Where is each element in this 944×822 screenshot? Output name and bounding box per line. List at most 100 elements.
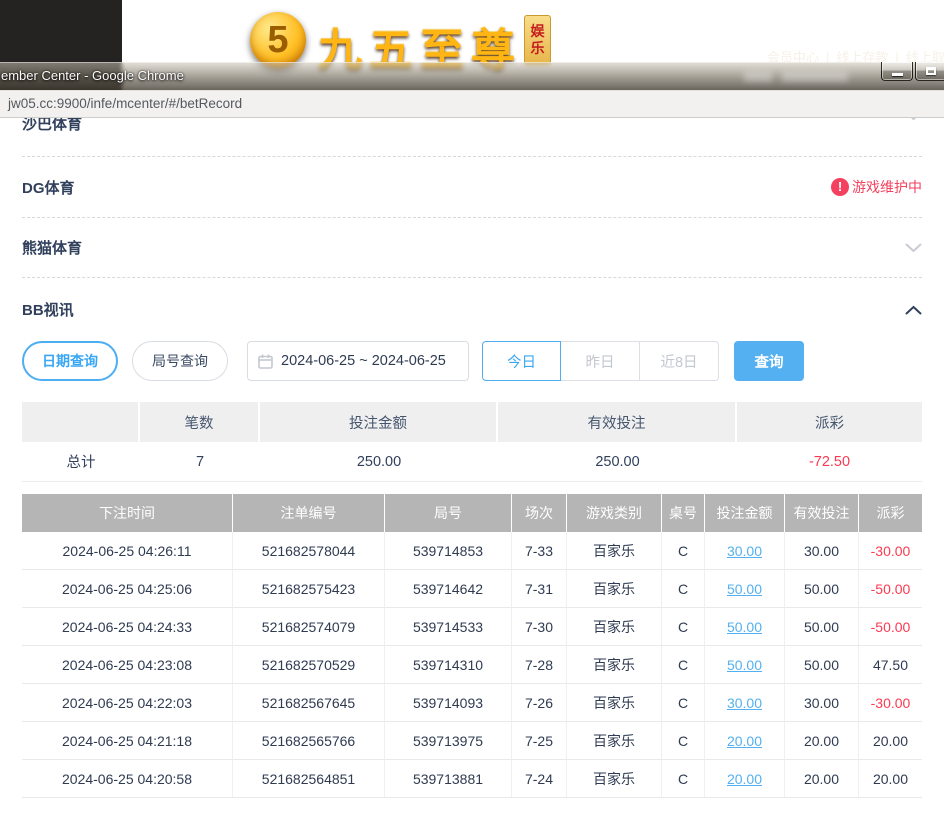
- cell-round-number: 539713975: [385, 722, 512, 760]
- maintenance-badge: ! 游戏维护中: [831, 177, 922, 197]
- header-payout: 派彩: [859, 494, 922, 532]
- cell-order-number: 521682570529: [233, 646, 385, 684]
- cell-bet-amount-link[interactable]: 50.00: [705, 570, 785, 608]
- cell-bet-amount-link[interactable]: 50.00: [705, 608, 785, 646]
- cell-bet-time: 2024-06-25 04:21:18: [22, 722, 233, 760]
- section-shaba-sports[interactable]: 沙巴体育: [22, 118, 922, 157]
- cell-payout: -30.00: [859, 532, 922, 570]
- cell-round-number: 539714310: [385, 646, 512, 684]
- cell-game-type: 百家乐: [567, 760, 662, 798]
- cell-order-number: 521682564851: [233, 760, 385, 798]
- summary-count: 7: [140, 442, 260, 482]
- cell-bet-amount-link[interactable]: 30.00: [705, 532, 785, 570]
- round-query-tab[interactable]: 局号查询: [132, 341, 228, 381]
- table-row: 2024-06-25 04:21:18 521682565766 5397139…: [22, 722, 922, 760]
- cell-order-number: 521682567645: [233, 684, 385, 722]
- summary-total-row: 总计 7 250.00 250.00 -72.50: [22, 442, 922, 482]
- section-title: 熊猫体育: [22, 237, 82, 258]
- cell-bet-time: 2024-06-25 04:20:58: [22, 760, 233, 798]
- cell-table-number: C: [662, 608, 705, 646]
- search-button[interactable]: 查询: [734, 341, 804, 381]
- cell-order-number: 521682578044: [233, 532, 385, 570]
- date-query-tab[interactable]: 日期查询: [22, 341, 118, 381]
- chevron-up-icon: [905, 305, 922, 315]
- cell-round-number: 539714853: [385, 532, 512, 570]
- cell-session: 7-28: [512, 646, 567, 684]
- calendar-icon: [258, 354, 273, 369]
- cell-game-type: 百家乐: [567, 608, 662, 646]
- url-text[interactable]: jw05.cc:9900/infe/mcenter/#/betRecord: [0, 90, 944, 117]
- table-row: 2024-06-25 04:20:58 521682564851 5397138…: [22, 760, 922, 798]
- cell-payout: 20.00: [859, 722, 922, 760]
- cell-payout: 47.50: [859, 646, 922, 684]
- cell-game-type: 百家乐: [567, 684, 662, 722]
- cell-game-type: 百家乐: [567, 532, 662, 570]
- summary-header-blank: [22, 402, 140, 442]
- table-row: 2024-06-25 04:22:03 521682567645 5397140…: [22, 684, 922, 722]
- window-titlebar[interactable]: ember Center - Google Chrome: [0, 62, 944, 90]
- cell-valid-bet: 30.00: [785, 684, 859, 722]
- cell-round-number: 539714642: [385, 570, 512, 608]
- cell-order-number: 521682565766: [233, 722, 385, 760]
- cell-bet-amount-link[interactable]: 20.00: [705, 760, 785, 798]
- window-title: ember Center - Google Chrome: [1, 62, 184, 90]
- cell-bet-amount-link[interactable]: 30.00: [705, 684, 785, 722]
- date-range-value: 2024-06-25 ~ 2024-06-25: [281, 353, 446, 369]
- quick-range-last8days[interactable]: 近8日: [640, 341, 719, 381]
- cell-table-number: C: [662, 646, 705, 684]
- cell-table-number: C: [662, 684, 705, 722]
- section-title: DG体育: [22, 177, 75, 198]
- cell-valid-bet: 20.00: [785, 760, 859, 798]
- header-game-type: 游戏类别: [567, 494, 662, 532]
- quick-range-today[interactable]: 今日: [482, 341, 561, 381]
- cell-bet-amount-link[interactable]: 50.00: [705, 646, 785, 684]
- minimize-button[interactable]: [881, 62, 913, 81]
- summary-header-payout: 派彩: [737, 402, 922, 442]
- section-panda-sports[interactable]: 熊猫体育: [22, 218, 922, 278]
- summary-total-label: 总计: [22, 442, 140, 482]
- logo-circle-icon: 5: [250, 12, 306, 68]
- cell-bet-amount-link[interactable]: 20.00: [705, 722, 785, 760]
- cell-payout: -30.00: [859, 684, 922, 722]
- filter-bar: 日期查询 局号查询 2024-06-25 ~ 2024-06-25 今日 昨日 …: [22, 341, 922, 381]
- header-session: 场次: [512, 494, 567, 532]
- summary-header-valid-bet: 有效投注: [498, 402, 737, 442]
- cell-valid-bet: 30.00: [785, 532, 859, 570]
- exclamation-icon: !: [831, 178, 849, 196]
- table-row: 2024-06-25 04:24:33 521682574079 5397145…: [22, 608, 922, 646]
- quick-range-yesterday[interactable]: 昨日: [561, 341, 640, 381]
- table-row: 2024-06-25 04:23:08 521682570529 5397143…: [22, 646, 922, 684]
- maximize-button[interactable]: [915, 62, 944, 81]
- bet-table-header-row: 下注时间 注单编号 局号 场次 游戏类别 桌号 投注金额 有效投注 派彩: [22, 494, 922, 532]
- cell-bet-time: 2024-06-25 04:22:03: [22, 684, 233, 722]
- header-order-number: 注单编号: [233, 494, 385, 532]
- cell-game-type: 百家乐: [567, 722, 662, 760]
- header-bet-amount: 投注金额: [705, 494, 785, 532]
- blurred-account-value: [782, 71, 848, 82]
- cell-session: 7-25: [512, 722, 567, 760]
- blurred-account-label: [744, 71, 772, 82]
- maximize-icon: [926, 67, 936, 75]
- maintenance-text: 游戏维护中: [852, 177, 922, 197]
- quick-range-group: 今日 昨日 近8日: [482, 341, 719, 381]
- summary-header-row: 笔数 投注金额 有效投注 派彩: [22, 402, 922, 442]
- cell-valid-bet: 50.00: [785, 570, 859, 608]
- header-round-number: 局号: [385, 494, 512, 532]
- cell-payout: -50.00: [859, 570, 922, 608]
- cell-session: 7-30: [512, 608, 567, 646]
- section-title: BB视讯: [22, 299, 74, 320]
- summary-bet-amount: 250.00: [260, 442, 498, 482]
- cell-game-type: 百家乐: [567, 570, 662, 608]
- cell-table-number: C: [662, 570, 705, 608]
- section-dg-sports[interactable]: DG体育 ! 游戏维护中: [22, 157, 922, 218]
- section-bb-video[interactable]: BB视讯: [22, 278, 922, 341]
- cell-payout: 20.00: [859, 760, 922, 798]
- date-range-input[interactable]: 2024-06-25 ~ 2024-06-25: [247, 341, 469, 381]
- cell-table-number: C: [662, 760, 705, 798]
- cell-bet-time: 2024-06-25 04:24:33: [22, 608, 233, 646]
- address-bar[interactable]: jw05.cc:9900/infe/mcenter/#/betRecord: [0, 90, 944, 118]
- summary-valid-bet: 250.00: [498, 442, 737, 482]
- minimize-icon: [892, 73, 903, 76]
- header-valid-bet: 有效投注: [785, 494, 859, 532]
- bet-record-table: 下注时间 注单编号 局号 场次 游戏类别 桌号 投注金额 有效投注 派彩 202…: [22, 494, 922, 798]
